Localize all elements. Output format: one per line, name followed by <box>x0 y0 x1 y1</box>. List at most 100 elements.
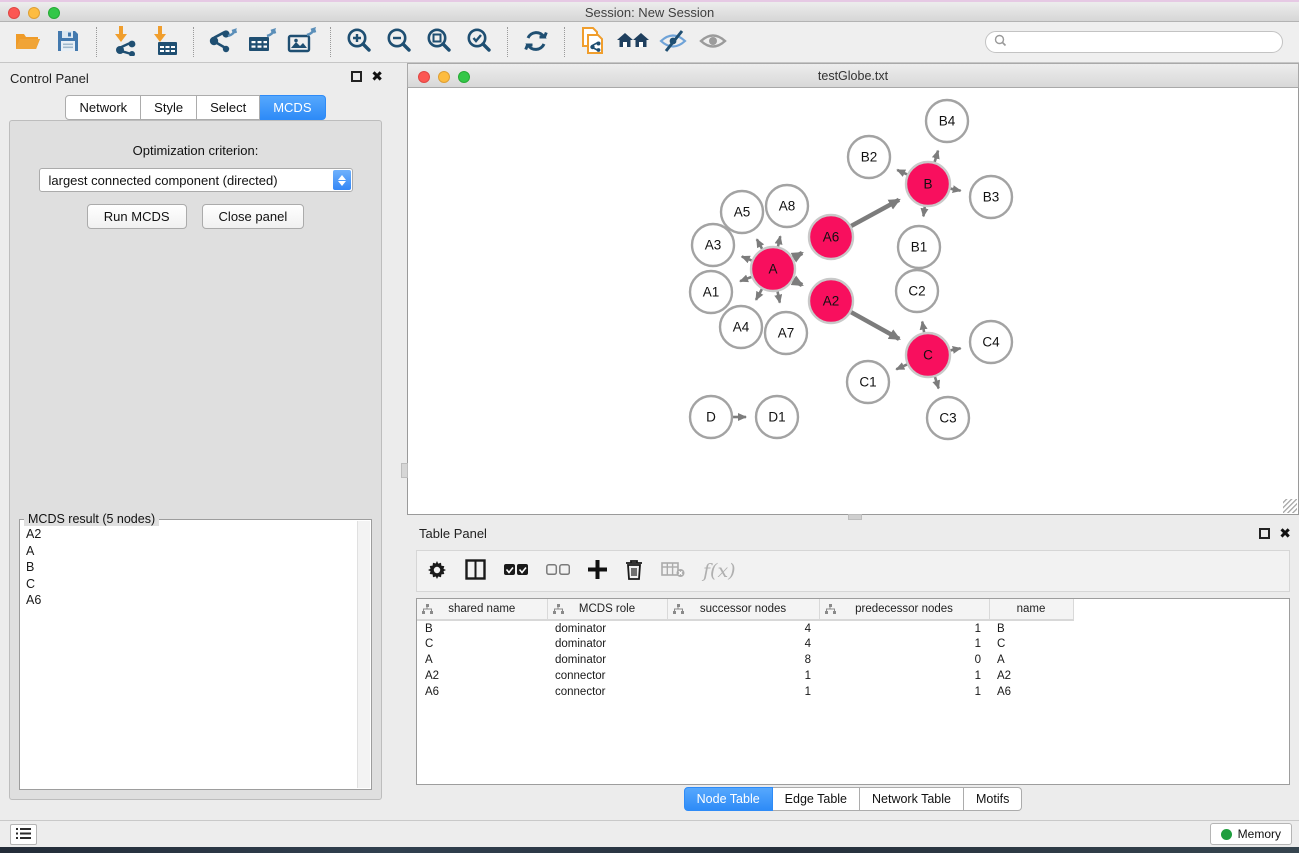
graph-edge-C-C1[interactable] <box>896 364 908 369</box>
export-network-button[interactable] <box>205 25 239 59</box>
cell-predecessor-nodes[interactable]: 0 <box>819 652 989 668</box>
column-header-successor-nodes[interactable]: successor nodes <box>667 599 819 620</box>
hide-panels-button[interactable] <box>656 25 690 59</box>
cell-successor-nodes[interactable]: 4 <box>667 636 819 652</box>
cell-shared-name[interactable]: A <box>417 652 547 668</box>
tab-select[interactable]: Select <box>197 95 260 120</box>
memory-button[interactable]: Memory <box>1210 823 1292 845</box>
graph-node-C4[interactable]: C4 <box>970 321 1012 363</box>
column-header-predecessor-nodes[interactable]: predecessor nodes <box>819 599 989 620</box>
zoom-out-button[interactable] <box>382 25 416 59</box>
graph-edge-A-A7[interactable] <box>777 291 779 303</box>
graph-edge-A6-B[interactable] <box>850 200 899 227</box>
result-item[interactable]: B <box>22 559 357 576</box>
window-resize-grip[interactable] <box>1283 499 1297 513</box>
graph-node-A4[interactable]: A4 <box>720 306 762 348</box>
graph-node-B1[interactable]: B1 <box>898 226 940 268</box>
cell-predecessor-nodes[interactable]: 1 <box>819 636 989 652</box>
graph-node-C1[interactable]: C1 <box>847 361 889 403</box>
cell-predecessor-nodes[interactable]: 1 <box>819 684 989 700</box>
graph-node-D[interactable]: D <box>690 396 732 438</box>
export-image-button[interactable] <box>285 25 319 59</box>
result-item[interactable]: C <box>22 576 357 593</box>
graph-node-A7[interactable]: A7 <box>765 312 807 354</box>
select-all-columns-button[interactable] <box>504 564 528 579</box>
column-header-shared-name[interactable]: shared name <box>417 599 547 620</box>
unselect-all-columns-button[interactable] <box>546 564 570 579</box>
export-table-button[interactable] <box>245 25 279 59</box>
task-history-button[interactable] <box>10 824 37 845</box>
delete-table-button[interactable] <box>661 562 685 581</box>
graph-node-D1[interactable]: D1 <box>756 396 798 438</box>
float-panel-icon[interactable] <box>351 71 362 82</box>
apply-layout-button[interactable] <box>519 25 553 59</box>
graph-edge-C-C2[interactable] <box>922 322 924 334</box>
graph-edge-B-B1[interactable] <box>923 206 925 217</box>
cell-successor-nodes[interactable]: 1 <box>667 668 819 684</box>
save-session-button[interactable] <box>51 25 85 59</box>
graph-edge-B-B4[interactable] <box>934 151 938 163</box>
cell-name[interactable]: A2 <box>989 668 1073 684</box>
column-header-MCDS-role[interactable]: MCDS role <box>547 599 667 620</box>
function-builder-button[interactable]: f(x) <box>703 560 736 582</box>
graph-edge-A-A4[interactable] <box>756 288 762 300</box>
graph-edge-B-B3[interactable] <box>950 188 961 190</box>
graph-node-C2[interactable]: C2 <box>896 270 938 312</box>
graph-node-A5[interactable]: A5 <box>721 191 763 233</box>
graph-edge-B-B2[interactable] <box>897 170 908 175</box>
result-item[interactable]: A <box>22 543 357 560</box>
create-column-button[interactable] <box>588 560 607 582</box>
tab-motifs[interactable]: Motifs <box>964 787 1022 811</box>
zoom-fit-button[interactable] <box>422 25 456 59</box>
criterion-select[interactable]: largest connected component (directed) <box>39 168 353 192</box>
column-header-name[interactable]: name <box>989 599 1073 620</box>
network-canvas[interactable]: B4B2BB3A5A8A6A3B1AA1C2A2A4A7C4CC1C3DD1 <box>407 88 1299 515</box>
import-table-button[interactable] <box>148 25 182 59</box>
tab-style[interactable]: Style <box>141 95 197 120</box>
result-item[interactable]: A2 <box>22 526 357 543</box>
result-scrollbar[interactable] <box>357 521 370 788</box>
float-table-panel-icon[interactable] <box>1259 528 1270 539</box>
cell-shared-name[interactable]: A6 <box>417 684 547 700</box>
graph-node-B2[interactable]: B2 <box>848 136 890 178</box>
zoom-in-button[interactable] <box>342 25 376 59</box>
close-panel-icon[interactable]: ✖ <box>371 71 383 82</box>
cell-MCDS-role[interactable]: connector <box>547 684 667 700</box>
graph-edge-A-A8[interactable] <box>778 236 781 247</box>
cell-shared-name[interactable]: C <box>417 636 547 652</box>
tab-network-table[interactable]: Network Table <box>860 787 964 811</box>
new-network-from-selection-button[interactable] <box>576 25 610 59</box>
graph-node-C[interactable]: C <box>906 333 950 377</box>
graph-node-B4[interactable]: B4 <box>926 100 968 142</box>
graph-edge-A-A3[interactable] <box>742 257 753 261</box>
graph-node-A6[interactable]: A6 <box>809 215 853 259</box>
cell-MCDS-role[interactable]: dominator <box>547 620 667 636</box>
graph-node-C3[interactable]: C3 <box>927 397 969 439</box>
table-settings-button[interactable] <box>427 560 447 583</box>
cell-name[interactable]: C <box>989 636 1073 652</box>
cell-shared-name[interactable]: B <box>417 620 547 636</box>
show-panel-button[interactable] <box>696 25 730 59</box>
graph-node-A3[interactable]: A3 <box>692 224 734 266</box>
home-button[interactable] <box>616 25 650 59</box>
cell-predecessor-nodes[interactable]: 1 <box>819 620 989 636</box>
cell-name[interactable]: B <box>989 620 1073 636</box>
show-columns-button[interactable] <box>465 559 486 583</box>
run-mcds-button[interactable]: Run MCDS <box>87 204 187 229</box>
delete-column-button[interactable] <box>625 559 643 583</box>
cell-name[interactable]: A6 <box>989 684 1073 700</box>
cell-MCDS-role[interactable]: connector <box>547 668 667 684</box>
graph-node-B3[interactable]: B3 <box>970 176 1012 218</box>
cell-successor-nodes[interactable]: 8 <box>667 652 819 668</box>
graph-edge-C-C3[interactable] <box>935 376 939 388</box>
graph-edge-C-C4[interactable] <box>950 348 961 350</box>
cell-shared-name[interactable]: A2 <box>417 668 547 684</box>
graph-edge-A-A6[interactable] <box>792 253 802 258</box>
graph-edge-A-A1[interactable] <box>740 277 752 282</box>
tab-node-table[interactable]: Node Table <box>684 787 773 811</box>
graph-node-A1[interactable]: A1 <box>690 271 732 313</box>
graph-node-A2[interactable]: A2 <box>809 279 853 323</box>
graph-node-A8[interactable]: A8 <box>766 185 808 227</box>
canvas-vscroll-thumb[interactable] <box>401 463 408 478</box>
cell-successor-nodes[interactable]: 1 <box>667 684 819 700</box>
